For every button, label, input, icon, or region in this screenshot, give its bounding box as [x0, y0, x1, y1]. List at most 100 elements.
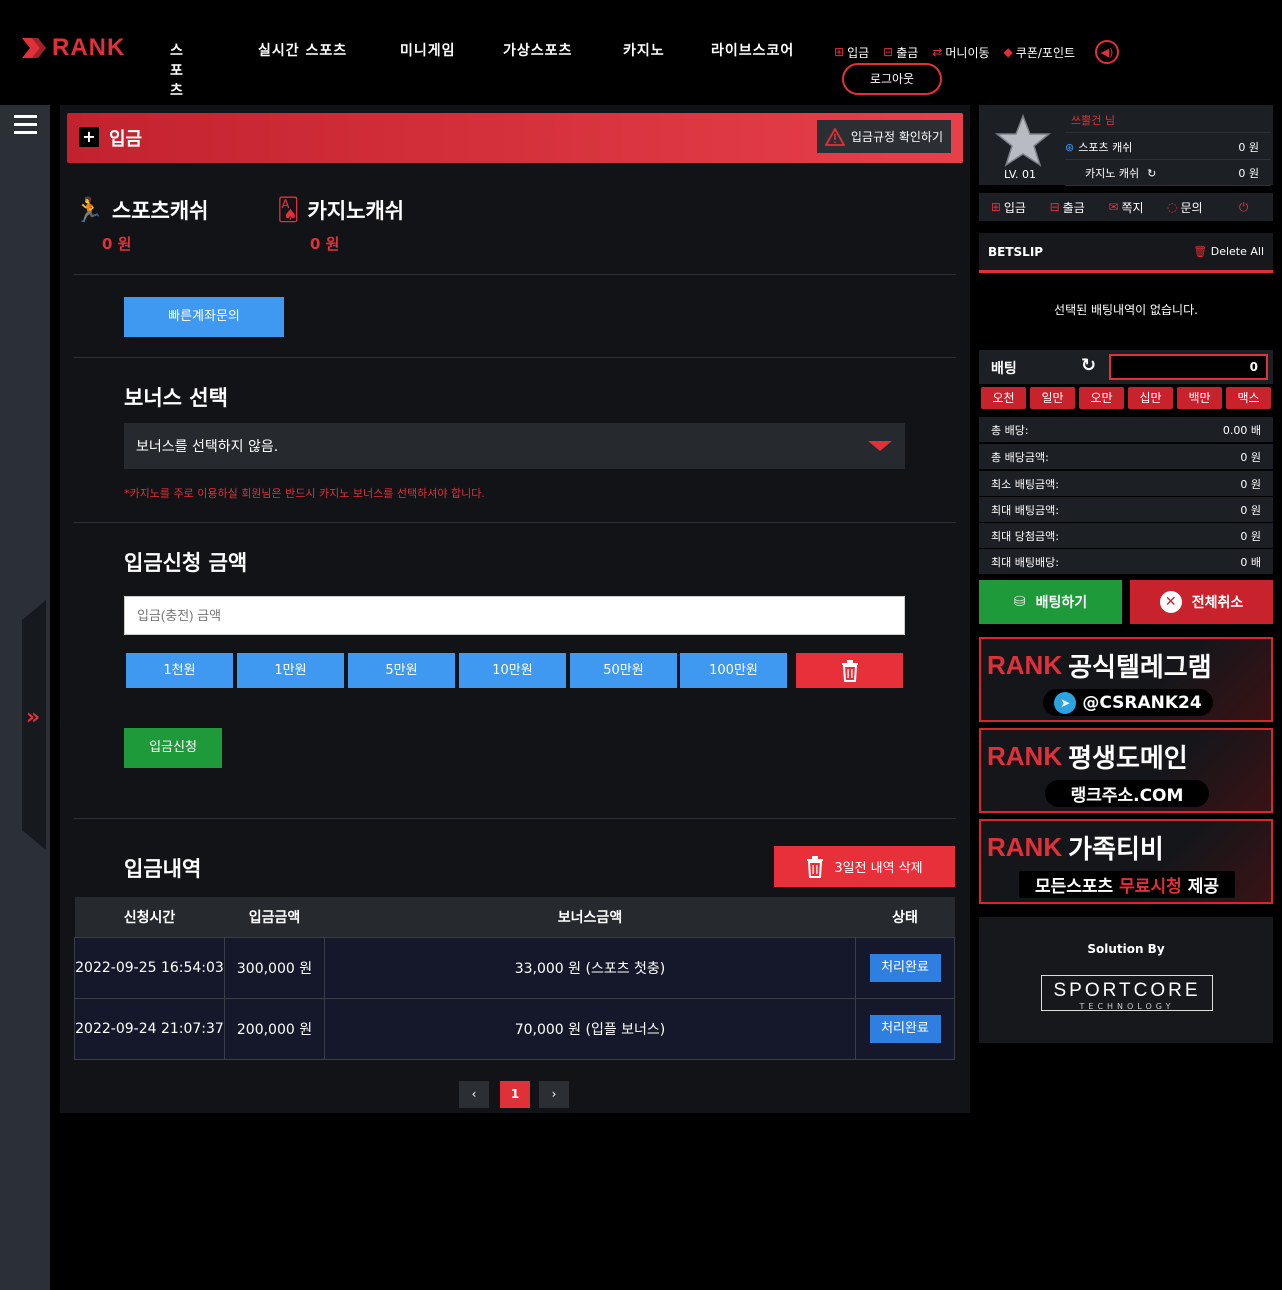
amount-button-50k[interactable]: 5만원	[348, 653, 455, 688]
plus-icon: +	[79, 127, 99, 147]
bonus-title: 보너스 선택	[124, 386, 228, 410]
quick-coupon[interactable]: ◆ 쿠폰/포인트	[1004, 44, 1075, 61]
bet-chips: 오천 일만 오만 십만 백만 맥스	[979, 387, 1273, 409]
quick-deposit[interactable]: ⊞ 입금	[834, 44, 869, 61]
clear-amount-button[interactable]	[796, 653, 903, 688]
caret-down-icon	[868, 441, 892, 451]
col-status: 상태	[855, 897, 955, 937]
telegram-banner[interactable]: RANK 공식텔레그램 ➤ @CSRANK24	[979, 637, 1273, 722]
sports-cash: 🏃 스포츠캐쉬	[74, 196, 209, 224]
sports-cash-value: 0 원	[102, 235, 132, 253]
cancel-all-button[interactable]: ✕ 전체취소	[1130, 580, 1273, 624]
nav-casino[interactable]: 카지노	[623, 40, 665, 60]
cell-time: 2022-09-25 16:54:03	[74, 936, 225, 999]
nav-minigame[interactable]: 미니게임	[400, 40, 456, 60]
domain-banner[interactable]: RANK 평생도메인 랭크주소.COM	[979, 728, 1273, 813]
nav-livescore[interactable]: 라이브스코어	[711, 40, 794, 60]
chip-max[interactable]: 맥스	[1226, 387, 1271, 409]
place-bet-button[interactable]: ⛁ 배팅하기	[979, 580, 1122, 624]
trash-icon: 🗑	[1193, 245, 1208, 258]
refresh-icon[interactable]: ↻	[1147, 167, 1156, 180]
sidebar-toggle[interactable]: »	[22, 600, 46, 850]
info-total-payout: 총 배당금액: 0 원	[979, 444, 1273, 470]
info-max-win: 최대 당첨금액: 0 원	[979, 523, 1273, 549]
delete-history-button[interactable]: 3일전 내역 삭제	[774, 846, 955, 887]
amount-button-1m[interactable]: 100만원	[680, 653, 787, 688]
coins-icon: ⛁	[1013, 594, 1026, 610]
nav-virtual-sports[interactable]: 가상스포츠	[503, 40, 572, 60]
divider	[74, 522, 956, 523]
pager-prev[interactable]: ‹	[459, 1081, 489, 1108]
pager-page-1[interactable]: 1	[500, 1081, 530, 1108]
bonus-note: *카지노를 주로 이용하실 회원님은 반드시 카지노 보너스를 선택하셔야 합니…	[124, 487, 485, 500]
deposit-submit-button[interactable]: 입금신청	[124, 728, 222, 768]
plus-icon: ⊞	[990, 200, 1001, 214]
bonus-select[interactable]: 보너스를 선택하지 않음.	[124, 423, 905, 469]
divider	[74, 274, 956, 275]
cell-bonus: 33,000 원 (스포츠 첫충)	[324, 936, 856, 999]
trash-icon	[807, 855, 824, 878]
user-menu-withdraw[interactable]: ⊟ 출금	[1038, 199, 1097, 216]
top-header: RANK 스포츠 실시간 스포츠 미니게임 가상스포츠 카지노 라이브스코어 ⊞…	[0, 0, 1282, 105]
telegram-icon: ➤	[1054, 691, 1077, 714]
sound-icon[interactable]: ◀)	[1095, 40, 1120, 64]
power-icon[interactable]: ⏻	[1214, 200, 1273, 215]
info-max-bet: 최대 배팅금액: 0 원	[979, 497, 1273, 523]
chip-50k[interactable]: 오만	[1079, 387, 1124, 409]
table-row: 2022-09-24 21:07:37 200,000 원 70,000 원 (…	[74, 997, 955, 1060]
betslip-header: BETSLIP 🗑 Delete All	[979, 233, 1273, 273]
deposit-rules-button[interactable]: 입금규정 확인하기	[816, 120, 951, 153]
chip-5k[interactable]: 오천	[981, 387, 1026, 409]
amount-button-500k[interactable]: 50만원	[570, 653, 677, 688]
rank-logo-icon	[22, 38, 46, 58]
pager-next[interactable]: ›	[539, 1081, 569, 1108]
user-menu-message[interactable]: ✉ 쪽지	[1097, 199, 1156, 216]
chip-10k[interactable]: 일만	[1030, 387, 1075, 409]
cell-time: 2022-09-24 21:07:37	[74, 997, 225, 1060]
brand-logo[interactable]: RANK	[20, 34, 125, 62]
page-title: 입금	[109, 129, 143, 150]
chevron-double-right-icon: »	[26, 705, 41, 730]
refresh-icon[interactable]: ↻	[1081, 355, 1096, 376]
nav-live-sports[interactable]: 실시간 스포츠	[258, 40, 347, 60]
brand-name: RANK	[52, 34, 126, 61]
amount-button-10k[interactable]: 1만원	[237, 653, 344, 688]
status-badge: 처리완료	[869, 1014, 941, 1043]
bet-amount-input[interactable]: 0	[1109, 354, 1268, 380]
history-table: 신청시간 입금금액 보너스금액 상태 2022-09-25 16:54:03 3…	[74, 897, 955, 1060]
sportcore-logo: SPORTCORE TECHNOLOGY	[1041, 975, 1213, 1011]
chat-icon: ◌	[1167, 200, 1178, 214]
user-panel: LV. 01 쓰뿔건 님 ⊛ 스포츠 캐쉬 0 원 카지노 캐쉬 ↻ 0 원	[979, 105, 1273, 186]
user-menu-inquiry[interactable]: ◌ 문의	[1155, 199, 1214, 216]
amount-button-100k[interactable]: 10만원	[459, 653, 566, 688]
info-total-odds: 총 배당: 0.00 배	[979, 417, 1273, 443]
user-name: 쓰뿔건 님	[1065, 108, 1271, 133]
level-star-icon	[995, 113, 1051, 167]
menu-icon[interactable]	[14, 115, 37, 139]
tv-banner[interactable]: RANK 가족티비 모든스포츠 무료시청 제공	[979, 819, 1273, 904]
betslip-delete-all[interactable]: 🗑 Delete All	[1193, 245, 1264, 258]
bet-amount-row: 배팅 ↻ 0	[979, 350, 1273, 384]
cell-amount: 300,000 원	[224, 936, 325, 999]
user-level: LV. 01	[1004, 168, 1037, 181]
quick-account-button[interactable]: 빠른계좌문의	[124, 297, 284, 337]
logout-button[interactable]: 로그아웃	[842, 63, 942, 95]
user-menu-deposit[interactable]: ⊞ 입금	[979, 199, 1038, 216]
chip-1m[interactable]: 백만	[1177, 387, 1222, 409]
plus-icon: ⊞	[834, 45, 845, 59]
chip-100k[interactable]: 십만	[1128, 387, 1173, 409]
runner-icon: 🏃	[74, 196, 104, 224]
betslip-empty: 선택된 배팅내역이 없습니다.	[979, 276, 1273, 346]
amount-input[interactable]	[124, 596, 905, 635]
status-badge: 처리완료	[869, 953, 941, 982]
solution-label: Solution By	[1087, 942, 1165, 956]
cards-icon: 🂡	[277, 197, 300, 223]
amount-button-1k[interactable]: 1천원	[126, 653, 233, 688]
nav-sports[interactable]: 스포츠	[170, 40, 184, 100]
page-header: + 입금 입금규정 확인하기	[67, 113, 963, 163]
quick-withdraw[interactable]: ⊟ 출금	[883, 44, 918, 61]
user-menu: ⊞ 입금 ⊟ 출금 ✉ 쪽지 ◌ 문의 ⏻	[979, 193, 1273, 221]
cell-amount: 200,000 원	[224, 997, 325, 1060]
solution-footer: Solution By SPORTCORE TECHNOLOGY	[979, 917, 1273, 1043]
quick-money-move[interactable]: ⇄ 머니이동	[932, 44, 989, 61]
